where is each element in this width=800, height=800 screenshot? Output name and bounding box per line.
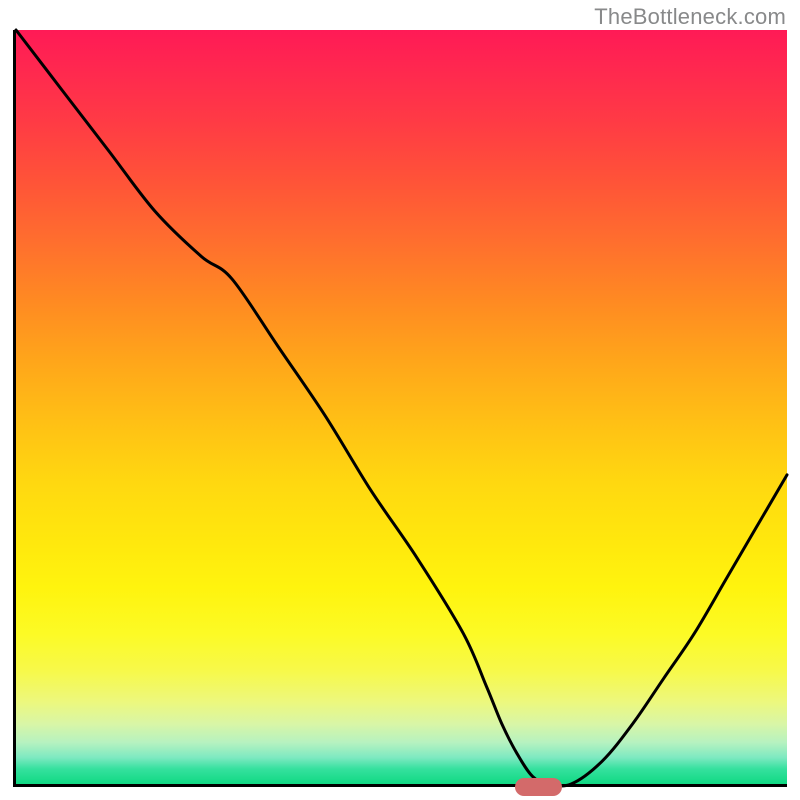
bottleneck-curve (16, 30, 787, 786)
plot-area (13, 30, 787, 787)
chart-frame: TheBottleneck.com (0, 0, 800, 800)
watermark-text: TheBottleneck.com (594, 4, 786, 30)
optimal-marker (515, 778, 561, 796)
curve-layer (16, 30, 787, 784)
